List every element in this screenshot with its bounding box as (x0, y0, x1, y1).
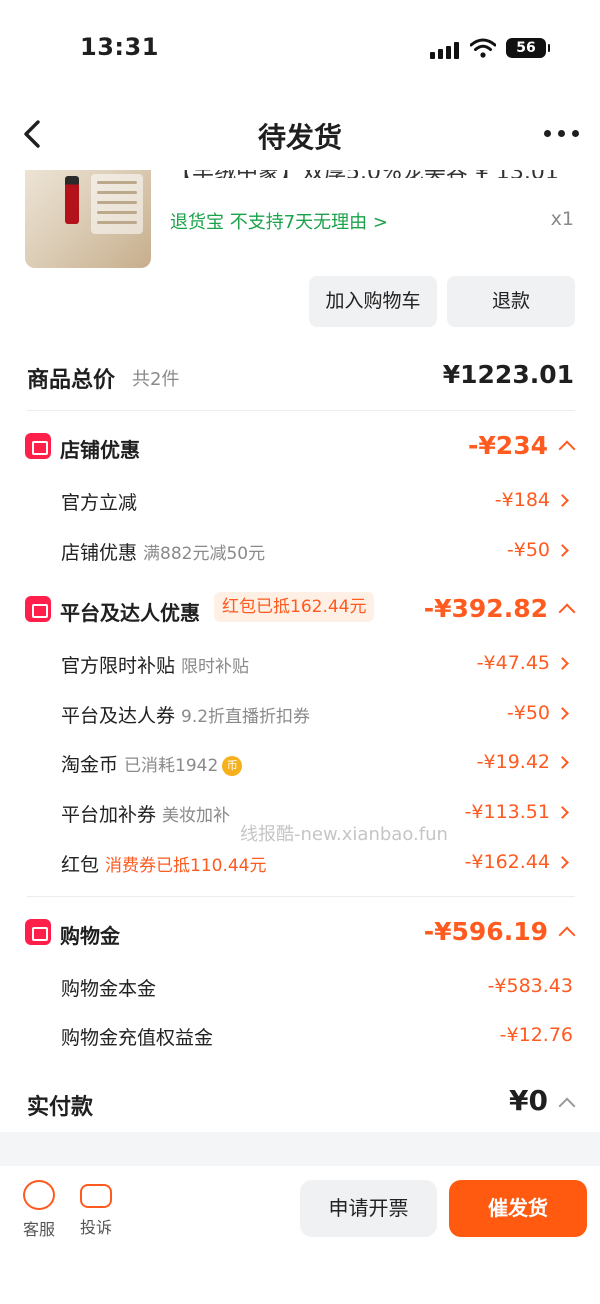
more-options-icon[interactable] (544, 128, 580, 140)
page-title: 待发货 (257, 121, 342, 154)
chevron-right-icon (556, 707, 569, 720)
complaint-button[interactable]: 投诉 (76, 1180, 116, 1238)
refund-button[interactable]: 退款 (447, 276, 575, 327)
item-sub: 已消耗1942 (124, 756, 219, 776)
store-discount-header[interactable]: 店铺优惠 -¥234 (0, 431, 600, 463)
store-discount-amount: -¥234 (468, 431, 548, 460)
return-policy-link[interactable]: 退货宝 不支持7天无理由 > (170, 208, 388, 234)
red-packet-badge: 红包已抵162.44元 (214, 592, 375, 622)
product-image[interactable] (25, 170, 151, 268)
item-amount: -¥47.45 (476, 652, 550, 674)
chevron-right-icon (556, 806, 569, 819)
divider (27, 896, 575, 897)
customer-service-button[interactable]: 客服 (19, 1180, 59, 1240)
section-separator (0, 1132, 600, 1166)
list-item[interactable]: 店铺优惠 满882元减50元 -¥50 (0, 538, 600, 566)
wifi-icon (470, 38, 496, 58)
item-sub: 9.2折直播折扣券 (181, 707, 311, 727)
total-row: 商品总价 共2件 ¥1223.01 (0, 360, 600, 393)
chevron-right-icon (556, 657, 569, 670)
customer-service-icon (23, 1180, 55, 1210)
collapse-icon[interactable] (558, 603, 576, 621)
platform-discount-header[interactable]: 平台及达人优惠 红包已抵162.44元 -¥392.82 (0, 592, 600, 626)
customer-service-label: 客服 (22, 1220, 55, 1239)
list-item[interactable]: 淘金币 已消耗1942 币 -¥19.42 (0, 750, 600, 778)
store-discount-title: 店铺优惠 (60, 438, 140, 462)
item-amount: -¥50 (506, 702, 550, 724)
item-sub: 美妆加补 (162, 806, 231, 826)
shopping-gold-header[interactable]: 购物金 -¥596.19 (0, 917, 600, 949)
add-to-cart-button[interactable]: 加入购物车 (309, 276, 437, 327)
item-amount: -¥162.44 (464, 851, 550, 873)
list-item[interactable]: 官方限时补贴 限时补贴 -¥47.45 (0, 651, 600, 679)
item-amount: -¥19.42 (476, 751, 550, 773)
product-name[interactable]: 【羊绒中蒙】双厚5.0%宠美容 ¥ 13.01 (170, 170, 570, 178)
collapse-icon[interactable] (558, 440, 576, 458)
item-label: 官方限时补贴 (61, 655, 176, 677)
divider (27, 410, 575, 411)
chevron-right-icon (556, 494, 569, 507)
payment-amount: ¥0 (509, 1084, 548, 1117)
collapse-icon[interactable] (558, 926, 576, 944)
item-amount: -¥113.51 (464, 801, 550, 823)
wallet-icon (25, 919, 51, 945)
item-sub: 满882元减50元 (143, 544, 266, 564)
product-card[interactable]: 【羊绒中蒙】双厚5.0%宠美容 ¥ 13.01 退货宝 不支持7天无理由 > x… (0, 170, 600, 280)
item-label: 官方立减 (61, 492, 138, 514)
item-label: 平台及达人券 (61, 705, 176, 727)
bottom-action-bar: 客服 投诉 申请开票 催发货 (0, 1166, 600, 1304)
item-label: 淘金币 (61, 754, 119, 776)
payment-label: 实付款 (27, 1095, 94, 1120)
platform-discount-amount: -¥392.82 (423, 594, 548, 623)
request-invoice-button[interactable]: 申请开票 (300, 1180, 437, 1237)
total-label: 商品总价 (27, 368, 116, 393)
item-amount: -¥583.43 (487, 975, 573, 997)
product-quantity: x1 (550, 208, 574, 230)
total-price: ¥1223.01 (442, 360, 574, 389)
list-item[interactable]: 平台及达人券 9.2折直播折扣券 -¥50 (0, 701, 600, 729)
total-count: 共2件 (132, 369, 180, 390)
battery-icon: 56 (506, 38, 550, 58)
list-item[interactable]: 官方立减 -¥184 (0, 488, 600, 516)
item-amount: -¥50 (506, 539, 550, 561)
urge-shipping-button[interactable]: 催发货 (449, 1180, 587, 1237)
item-label: 红包 (61, 854, 100, 876)
item-label: 购物金充值权益金 (61, 1027, 214, 1049)
payment-row[interactable]: 实付款 ¥0 (0, 1084, 600, 1120)
status-time: 13:31 (80, 33, 159, 61)
watermark: 线报酷-new.xianbao.fun (240, 824, 448, 845)
list-item[interactable]: 红包 消费券已抵110.44元 -¥162.44 (0, 850, 600, 878)
collapse-icon[interactable] (558, 1097, 576, 1115)
chevron-right-icon (556, 756, 569, 769)
platform-discount-title: 平台及达人优惠 (60, 601, 200, 625)
item-sub: 消费券已抵110.44元 (105, 856, 267, 876)
item-label: 店铺优惠 (61, 542, 138, 564)
shopping-gold-title: 购物金 (60, 924, 120, 948)
list-item: 购物金充值权益金 -¥12.76 (0, 1023, 600, 1051)
chat-bubble-icon (80, 1184, 112, 1208)
status-bar: 13:31 56 (0, 0, 600, 96)
item-sub: 限时补贴 (181, 657, 250, 677)
item-amount: -¥12.76 (499, 1024, 573, 1046)
cellular-signal-icon (430, 41, 460, 59)
item-label: 平台加补券 (61, 804, 157, 826)
complaint-label: 投诉 (79, 1218, 112, 1237)
store-icon (25, 433, 51, 459)
item-label: 购物金本金 (61, 978, 157, 1000)
chevron-right-icon (556, 544, 569, 557)
coupon-icon (25, 596, 51, 622)
chevron-right-icon (556, 856, 569, 869)
coin-icon: 币 (222, 756, 243, 776)
item-amount: -¥184 (494, 489, 550, 511)
list-item: 购物金本金 -¥583.43 (0, 974, 600, 1002)
shopping-gold-amount: -¥596.19 (423, 917, 548, 946)
nav-bar: 待发货 (0, 100, 600, 170)
